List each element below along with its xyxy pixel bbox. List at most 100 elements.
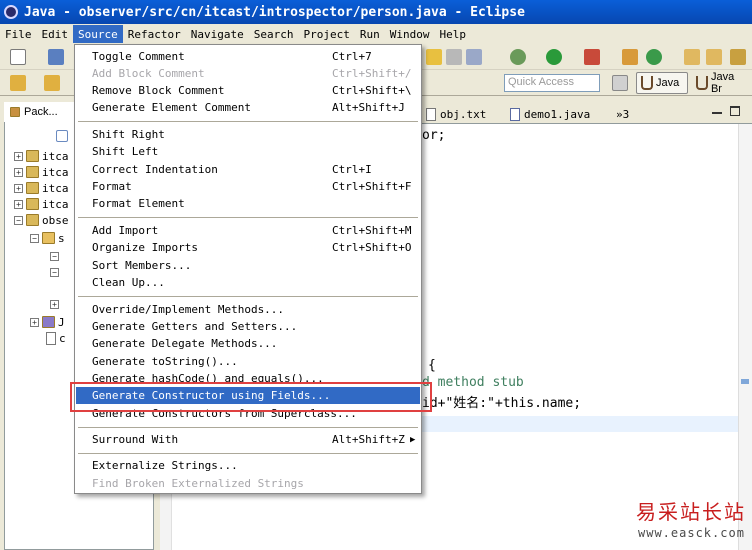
menu-search[interactable]: Search [249, 25, 299, 43]
tree-row-project[interactable]: + itca [14, 196, 69, 212]
submenu-arrow-icon: ▶ [410, 434, 416, 445]
next-annotation-icon[interactable] [10, 75, 26, 91]
watermark-url: www.easck.com [638, 526, 745, 540]
tree-row-project[interactable]: + itca [14, 180, 69, 196]
eclipse-icon[interactable] [4, 5, 18, 19]
collapse-all-icon[interactable] [56, 130, 68, 142]
tree-row-jre[interactable]: + J [30, 314, 65, 330]
menu-item-format-element[interactable]: Format Element [76, 195, 420, 212]
project-icon [26, 150, 39, 162]
java-perspective-button[interactable]: Java [636, 72, 688, 94]
tree-row-project[interactable]: + itca [14, 164, 69, 180]
menu-help[interactable]: Help [434, 25, 471, 43]
menu-item-shift-left[interactable]: Shift Left [76, 143, 420, 160]
menu-file[interactable]: File [0, 25, 37, 43]
folder-icon[interactable] [706, 49, 722, 65]
tab-demo1-java[interactable]: demo1.java [504, 104, 596, 124]
tree-label: itca [42, 197, 69, 211]
debug-icon[interactable] [510, 49, 526, 65]
menu-item-remove-block-comment[interactable]: Remove Block Comment Ctrl+Shift+\ [76, 82, 420, 99]
tree-label: c [59, 331, 66, 345]
maximize-icon[interactable] [730, 106, 740, 116]
menu-item-organize-imports[interactable]: Organize Imports Ctrl+Shift+O [76, 239, 420, 256]
tree-row-package[interactable]: − [50, 248, 59, 264]
expand-icon[interactable]: + [50, 299, 59, 309]
menu-bar: File Edit Source Refactor Navigate Searc… [0, 24, 752, 44]
expand-icon[interactable]: + [14, 167, 23, 177]
tree-row-src[interactable]: − s [30, 230, 65, 246]
menu-item-clean-up[interactable]: Clean Up... [76, 274, 420, 291]
open-folder-icon[interactable] [684, 49, 700, 65]
tree-row-file[interactable]: c [46, 330, 66, 346]
tree-label: itca [42, 149, 69, 163]
menu-navigate[interactable]: Navigate [186, 25, 249, 43]
tab-label: obj.txt [440, 107, 487, 121]
menu-item-find-broken-externalized-strings: Find Broken Externalized Strings [92, 477, 304, 490]
expand-icon[interactable]: + [14, 183, 23, 193]
tree-row-package[interactable]: + [50, 296, 59, 312]
text-file-icon [426, 107, 436, 121]
search-icon[interactable] [466, 49, 482, 65]
java-browsing-perspective-label: Java Br [710, 71, 735, 95]
menu-item-format[interactable]: Format Ctrl+Shift+F [76, 178, 420, 195]
menu-item-generate-tostring[interactable]: Generate toString()... [76, 353, 420, 370]
project-icon [26, 182, 39, 194]
external-tools-icon[interactable] [584, 49, 600, 65]
menu-run[interactable]: Run [355, 25, 385, 43]
code-line: or; [422, 128, 446, 143]
menu-item-shift-right[interactable]: Shift Right [76, 126, 420, 143]
menu-item-add-import[interactable]: Add Import Ctrl+Shift+M [76, 222, 420, 239]
tree-label: J [58, 315, 65, 329]
file-icon [46, 331, 56, 345]
menu-item-surround-with[interactable]: Surround With Alt+Shift+Z ▶ [76, 431, 420, 448]
collapse-icon[interactable]: − [50, 267, 59, 277]
expand-icon[interactable]: + [30, 317, 39, 327]
new-java-project-icon[interactable] [622, 49, 638, 65]
tree-row-project-observer[interactable]: − obse [14, 212, 69, 228]
menu-separator [78, 427, 418, 428]
tree-row-package[interactable]: − [50, 264, 59, 280]
site-watermark: 易采站长站 www.easck.com [632, 494, 752, 550]
pen-icon[interactable] [730, 49, 746, 65]
menu-item-toggle-comment[interactable]: Toggle Comment Ctrl+7 [76, 48, 420, 65]
prev-annotation-icon[interactable] [44, 75, 60, 91]
menu-edit[interactable]: Edit [37, 25, 74, 43]
new-class-icon[interactable] [646, 49, 662, 65]
collapse-icon[interactable]: − [30, 233, 39, 243]
java-cup-icon [641, 76, 653, 90]
expand-icon[interactable]: + [14, 199, 23, 209]
menu-refactor[interactable]: Refactor [123, 25, 186, 43]
library-icon [42, 316, 55, 328]
run-icon[interactable] [546, 49, 562, 65]
open-type-icon[interactable] [446, 49, 462, 65]
menu-item-override-implement-methods[interactable]: Override/Implement Methods... [76, 301, 420, 318]
collapse-icon[interactable]: − [50, 251, 59, 261]
java-browsing-perspective-button[interactable]: Java Br [692, 71, 752, 95]
menu-window[interactable]: Window [385, 25, 435, 43]
menu-item-generate-getters-setters[interactable]: Generate Getters and Setters... [76, 318, 420, 335]
tab-overflow[interactable]: »3 [610, 104, 635, 124]
new-icon[interactable] [10, 49, 26, 65]
tree-row-project[interactable]: + itca [14, 148, 69, 164]
tab-label: demo1.java [524, 107, 591, 121]
menu-source[interactable]: Source [73, 25, 123, 43]
minimize-icon[interactable] [712, 112, 722, 114]
menu-item-generate-delegate-methods[interactable]: Generate Delegate Methods... [76, 335, 420, 352]
package-explorer-tab-label: Pack... [24, 106, 58, 118]
menu-item-correct-indentation[interactable]: Correct Indentation Ctrl+I [76, 161, 420, 178]
build-icon[interactable] [426, 49, 442, 65]
open-perspective-icon[interactable] [612, 75, 628, 91]
quick-access-input[interactable]: Quick Access [504, 74, 600, 92]
expand-icon[interactable]: + [14, 151, 23, 161]
menu-item-externalize-strings[interactable]: Externalize Strings... [76, 457, 420, 474]
source-folder-icon [42, 232, 55, 244]
menu-item-generate-element-comment[interactable]: Generate Element Comment Alt+Shift+J [76, 99, 420, 116]
tab-obj-txt[interactable]: obj.txt [420, 104, 492, 124]
save-icon[interactable] [48, 49, 64, 65]
menu-item-sort-members[interactable]: Sort Members... [76, 257, 420, 274]
overview-marker[interactable] [741, 379, 749, 384]
collapse-icon[interactable]: − [14, 215, 23, 225]
overview-ruler[interactable] [738, 124, 752, 550]
menu-project[interactable]: Project [298, 25, 354, 43]
package-explorer-tab[interactable]: Pack... [4, 102, 74, 122]
